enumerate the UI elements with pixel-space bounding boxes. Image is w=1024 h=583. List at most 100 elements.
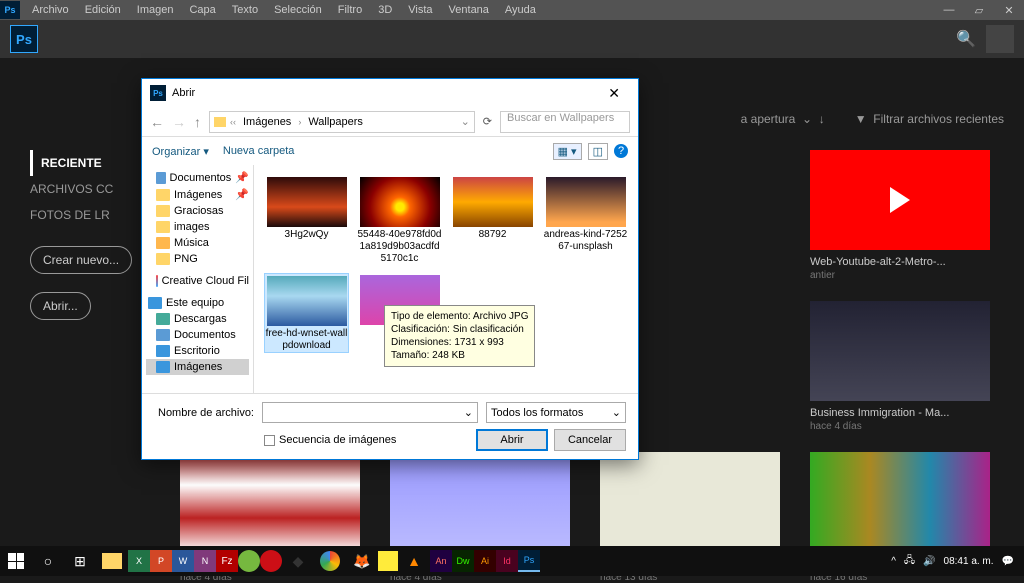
powerpoint-icon[interactable]: P (150, 550, 172, 572)
sort-label[interactable]: a apertura ⌄ ↓ (741, 112, 825, 126)
tree-item-pc[interactable]: Este equipo (146, 295, 249, 311)
abrir-button[interactable]: Abrir... (30, 292, 91, 320)
inkscape-icon[interactable]: ◆ (282, 546, 314, 576)
ps-home-topbar: a apertura ⌄ ↓ ▼ Filtrar archivos recien… (741, 112, 1004, 126)
menu-edicion[interactable]: Edición (77, 4, 129, 16)
explorer-icon[interactable] (102, 553, 122, 569)
tree-item[interactable]: Documentos (146, 327, 249, 343)
ps-menubar: Ps Archivo Edición Imagen Capa Texto Sel… (0, 0, 1024, 20)
animate-icon[interactable]: An (430, 550, 452, 572)
utorrent-icon[interactable] (238, 550, 260, 572)
file-thumb (267, 177, 347, 227)
restore-button[interactable]: ▱ (964, 0, 994, 20)
gimp-icon[interactable]: 🦊 (346, 546, 378, 576)
menu-vista[interactable]: Vista (400, 4, 440, 16)
menu-capa[interactable]: Capa (181, 4, 223, 16)
tree-item[interactable]: Música (146, 235, 249, 251)
start-button[interactable] (0, 546, 32, 576)
file-item-selected[interactable]: free-hd-wnset-wallpdownload (264, 273, 349, 353)
tray-network-icon[interactable]: 🖧 (904, 553, 915, 570)
file-type-select[interactable]: Todos los formatos⌄ (486, 402, 626, 423)
filezilla-icon[interactable]: Fz (216, 550, 238, 572)
preview-pane-button[interactable]: ◫ (588, 143, 608, 160)
sidebar-cc[interactable]: ARCHIVOS CC (30, 176, 132, 202)
menu-archivo[interactable]: Archivo (24, 4, 77, 16)
menu-3d[interactable]: 3D (370, 4, 400, 16)
folder-icon (214, 117, 226, 127)
file-item[interactable]: 3Hg2wQy (264, 175, 349, 265)
stickynotes-icon[interactable] (378, 551, 398, 571)
minimize-button[interactable]: — (934, 0, 964, 20)
thumb-date: hace 4 días (810, 421, 990, 432)
recent-thumb[interactable]: Business Immigration - Ma... hace 4 días (810, 301, 990, 432)
tree-item[interactable]: Graciosas (146, 203, 249, 219)
filename-input[interactable]: ⌄ (262, 402, 478, 423)
nav-back-icon[interactable]: ← (150, 114, 164, 130)
close-app-button[interactable]: ✕ (994, 0, 1024, 20)
thumb-date: antier (810, 270, 990, 281)
tray-volume-icon[interactable]: 🔊 (923, 556, 935, 567)
tree-item[interactable]: PNG (146, 251, 249, 267)
tree-item[interactable]: Documentos📌 (146, 169, 249, 186)
opera-icon[interactable] (260, 550, 282, 572)
tray-chevron-icon[interactable]: ^ (891, 556, 896, 567)
excel-icon[interactable]: X (128, 550, 150, 572)
menu-texto[interactable]: Texto (224, 4, 266, 16)
tree-item[interactable]: Imágenes (146, 359, 249, 375)
sidebar-reciente[interactable]: RECIENTE (30, 150, 132, 176)
breadcrumb-seg[interactable]: Imágenes (240, 116, 294, 128)
tray-notifications-icon[interactable]: 💬 (1002, 556, 1014, 567)
organize-menu[interactable]: Organizar ▾ (152, 145, 209, 158)
user-avatar[interactable] (986, 25, 1014, 53)
dialog-close-button[interactable]: ✕ (598, 85, 630, 102)
youtube-thumb-icon (810, 150, 990, 250)
file-name: 3Hg2wQy (264, 229, 349, 241)
dreamweaver-icon[interactable]: Dw (452, 550, 474, 572)
breadcrumb-seg[interactable]: Wallpapers (305, 116, 366, 128)
file-item[interactable]: 88792 (450, 175, 535, 265)
tray-clock[interactable]: 08:41 a. m. (944, 556, 994, 567)
filter-recents[interactable]: ▼ Filtrar archivos recientes (855, 112, 1004, 126)
menu-ventana[interactable]: Ventana (441, 4, 497, 16)
photoshop-task-icon[interactable]: Ps (518, 550, 540, 572)
tree-item[interactable]: Creative Cloud Fil (146, 273, 249, 289)
help-icon[interactable]: ? (614, 144, 628, 158)
nav-up-icon[interactable]: ↑ (194, 114, 201, 130)
dialog-footer: Nombre de archivo: ⌄ Todos los formatos⌄… (142, 393, 638, 459)
indesign-icon[interactable]: Id (496, 550, 518, 572)
file-item[interactable]: 55448-40e978fd0d1a819d9b03acdfd5170c1c (357, 175, 442, 265)
menu-ayuda[interactable]: Ayuda (497, 4, 544, 16)
system-tray[interactable]: ^ 🖧 🔊 08:41 a. m. 💬 (891, 553, 1024, 570)
illustrator-icon[interactable]: Ai (474, 550, 496, 572)
file-list[interactable]: 3Hg2wQy 55448-40e978fd0d1a819d9b03acdfd5… (254, 165, 638, 393)
cancel-button[interactable]: Cancelar (554, 429, 626, 451)
menu-imagen[interactable]: Imagen (129, 4, 182, 16)
thumb-img (600, 452, 780, 552)
tree-item[interactable]: Descargas (146, 311, 249, 327)
tree-item[interactable]: Imágenes📌 (146, 186, 249, 203)
new-folder-button[interactable]: Nueva carpeta (223, 145, 295, 157)
nav-forward-icon[interactable]: → (172, 114, 186, 130)
dialog-search-input[interactable]: Buscar en Wallpapers (500, 111, 630, 133)
menu-filtro[interactable]: Filtro (330, 4, 370, 16)
open-button[interactable]: Abrir (476, 429, 548, 451)
onenote-icon[interactable]: N (194, 550, 216, 572)
taskview-icon[interactable]: ⊞ (64, 546, 96, 576)
crear-nuevo-button[interactable]: Crear nuevo... (30, 246, 132, 274)
view-mode-button[interactable]: ▦ ▾ (553, 143, 582, 160)
tree-item[interactable]: Escritorio (146, 343, 249, 359)
search-icon[interactable]: 🔍 (956, 29, 976, 49)
file-item[interactable]: andreas-kind-725267-unsplash (543, 175, 628, 265)
folder-tree[interactable]: Documentos📌 Imágenes📌 Graciosas images M… (142, 165, 254, 393)
image-sequence-checkbox[interactable]: Secuencia de imágenes (264, 434, 396, 446)
word-icon[interactable]: W (172, 550, 194, 572)
recent-thumb[interactable]: Web-Youtube-alt-2-Metro-... antier (810, 150, 990, 281)
breadcrumb[interactable]: ‹‹ Imágenes › Wallpapers ⌄ (209, 111, 475, 133)
cortana-icon[interactable]: ○ (32, 546, 64, 576)
vlc-icon[interactable]: ▲ (398, 546, 430, 576)
sidebar-lr[interactable]: FOTOS DE LR (30, 202, 132, 228)
refresh-icon[interactable]: ⟳ (483, 115, 492, 128)
tree-item[interactable]: images (146, 219, 249, 235)
chrome-icon[interactable] (314, 546, 346, 576)
menu-seleccion[interactable]: Selección (266, 4, 330, 16)
